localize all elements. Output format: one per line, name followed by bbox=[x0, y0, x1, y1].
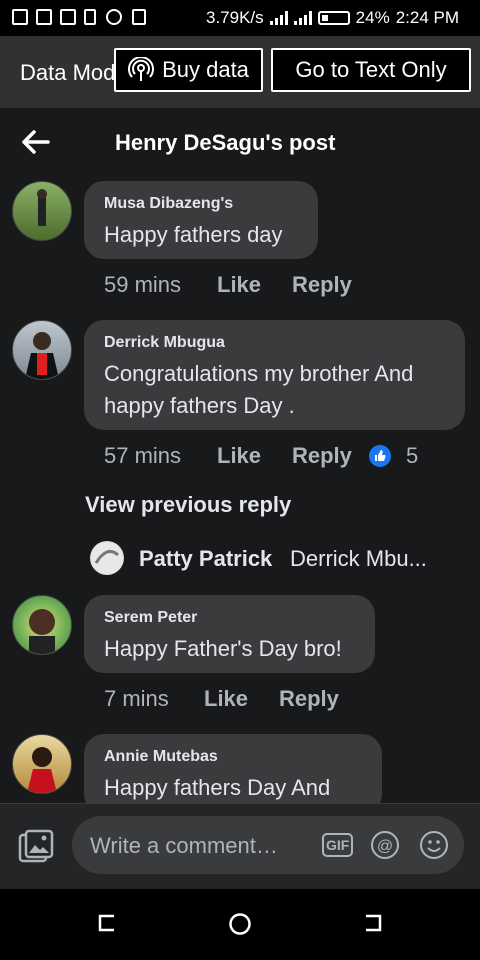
buy-data-label: Buy data bbox=[162, 57, 249, 82]
svg-text:@: @ bbox=[377, 838, 393, 855]
comment-field[interactable]: GIF @ bbox=[72, 816, 464, 874]
page-title: Henry DeSagu's post bbox=[115, 130, 336, 155]
battery-icon bbox=[317, 11, 350, 25]
comment-time: 59 mins bbox=[104, 272, 182, 297]
reply-button[interactable]: Reply bbox=[279, 686, 339, 712]
buy-data-button[interactable]: Buy data bbox=[114, 48, 263, 92]
clock: 2:24 PM bbox=[395, 8, 459, 27]
media-icon bbox=[106, 9, 122, 25]
avatar[interactable] bbox=[12, 734, 72, 794]
comment-text: Congratulations my brother And happy fat… bbox=[104, 361, 414, 418]
mention-icon[interactable]: @ bbox=[370, 830, 400, 860]
status-bar: 3.79K/s 24% 2:24 PM bbox=[0, 0, 480, 36]
back-arrow-icon[interactable] bbox=[22, 128, 50, 162]
reply-author[interactable]: Patty Patrick bbox=[139, 546, 272, 572]
emoji-icon[interactable] bbox=[419, 830, 449, 860]
comment-author[interactable]: Serem Peter bbox=[104, 609, 355, 627]
lock-icon bbox=[132, 9, 146, 25]
comment-text: Happy Father's Day bro! bbox=[104, 636, 342, 661]
comment-author[interactable]: Derrick Mbugua bbox=[104, 334, 445, 352]
comment-bubble: Derrick Mbugua Congratulations my brothe… bbox=[84, 320, 465, 430]
comment-bubble: Serem Peter Happy Father's Day bro! bbox=[84, 595, 375, 673]
image-icon bbox=[60, 9, 76, 25]
home-icon[interactable] bbox=[228, 912, 252, 943]
back-nav-icon[interactable] bbox=[362, 912, 384, 941]
comment-bubble: Annie Mutebas Happy fathers Day And bbox=[84, 734, 382, 814]
reply-button[interactable]: Reply bbox=[292, 272, 352, 298]
comment-author[interactable]: Musa Dibazeng's bbox=[104, 195, 298, 213]
reply-button[interactable]: Reply bbox=[292, 443, 352, 469]
avatar[interactable] bbox=[12, 181, 72, 241]
like-reaction-icon[interactable] bbox=[369, 445, 391, 467]
recent-apps-icon[interactable] bbox=[96, 912, 118, 941]
comment-time: 7 mins bbox=[104, 686, 169, 711]
text-only-label: Go to Text Only bbox=[295, 57, 447, 82]
comment-input[interactable] bbox=[88, 830, 312, 862]
photo-icon[interactable] bbox=[18, 829, 54, 863]
comment-bubble: Musa Dibazeng's Happy fathers day bbox=[84, 181, 318, 259]
phone-icon bbox=[84, 9, 96, 25]
avatar[interactable] bbox=[12, 320, 72, 380]
like-button[interactable]: Like bbox=[217, 272, 261, 298]
text-only-button[interactable]: Go to Text Only bbox=[271, 48, 471, 92]
battery-level: 24% bbox=[355, 8, 390, 27]
signal-2-icon bbox=[293, 11, 312, 25]
comment-author[interactable]: Annie Mutebas bbox=[104, 748, 362, 766]
data-mode-label: Data Mode bbox=[20, 60, 116, 85]
comment-time: 57 mins bbox=[104, 443, 182, 468]
gif-icon[interactable]: GIF bbox=[322, 830, 354, 860]
like-button[interactable]: Like bbox=[204, 686, 248, 712]
comment-text: Happy fathers Day And bbox=[104, 775, 331, 800]
view-previous-replies-link[interactable]: View previous reply bbox=[85, 492, 291, 518]
reaction-count[interactable]: 5 bbox=[406, 443, 418, 469]
signal-icon bbox=[269, 11, 288, 25]
mail-icon bbox=[36, 9, 52, 25]
avatar[interactable] bbox=[12, 595, 72, 655]
reply-avatar[interactable] bbox=[90, 541, 124, 575]
reply-snippet[interactable]: Derrick Mbu... bbox=[290, 546, 427, 572]
network-speed: 3.79K/s bbox=[206, 8, 264, 27]
like-button[interactable]: Like bbox=[217, 443, 261, 469]
notification-icon bbox=[12, 9, 28, 25]
comment-text: Happy fathers day bbox=[104, 222, 283, 247]
broadcast-icon bbox=[128, 57, 155, 81]
